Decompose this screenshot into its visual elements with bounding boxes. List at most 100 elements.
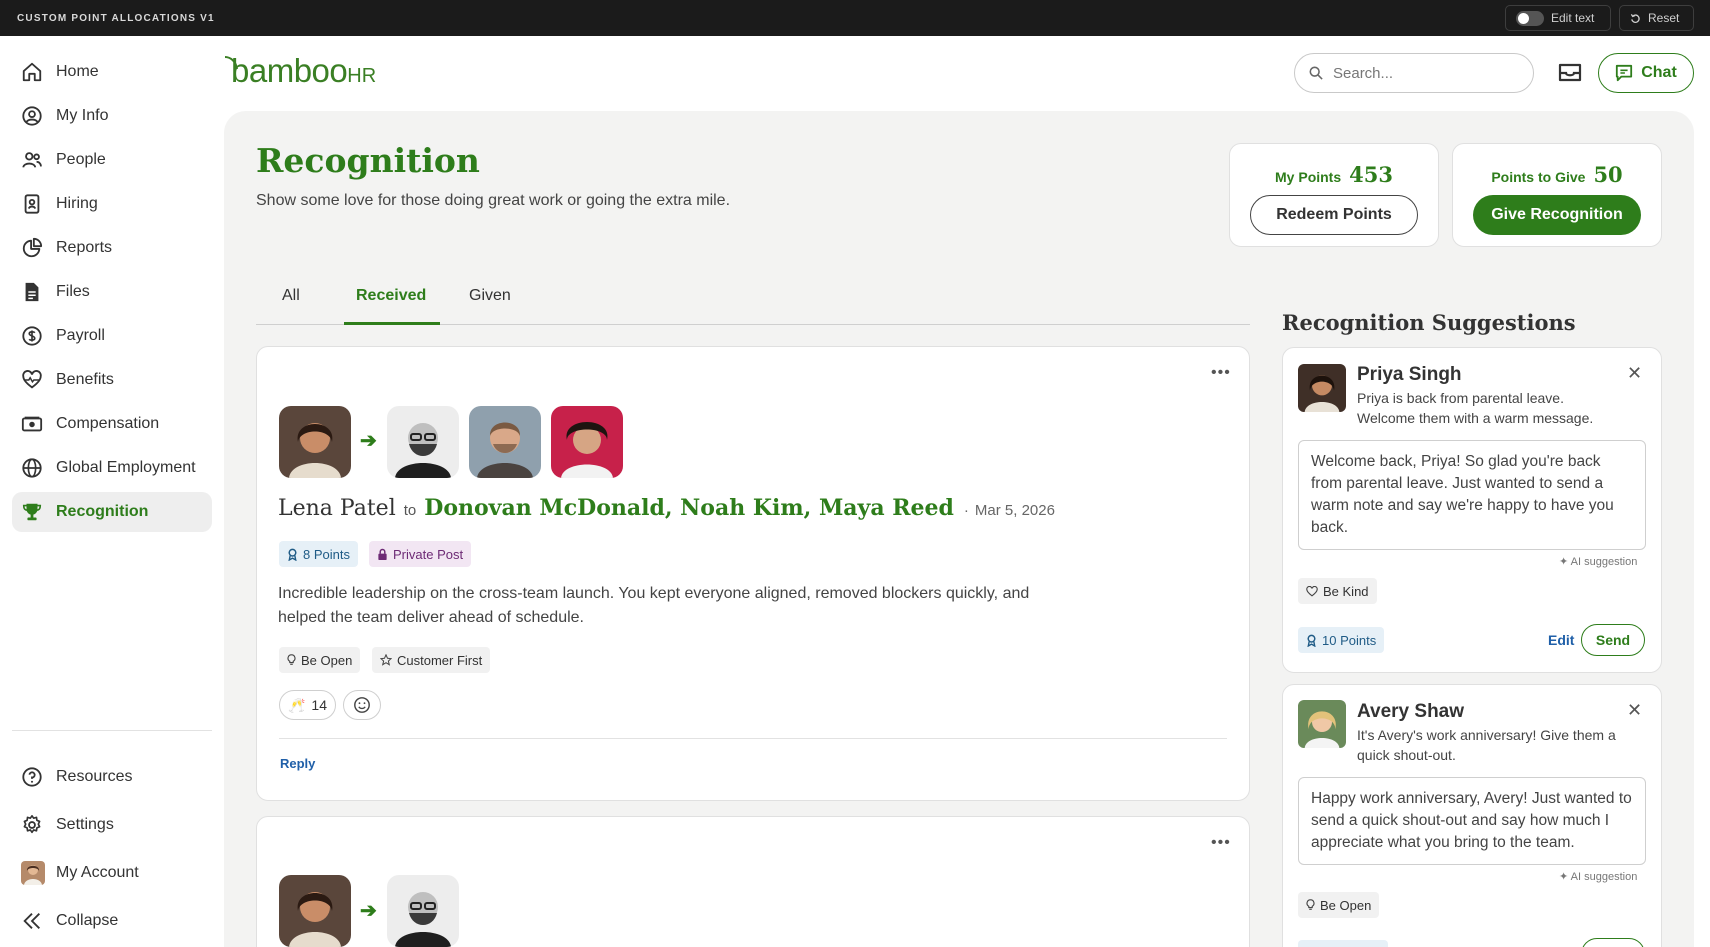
sidebar-item-global-employment[interactable]: Global Employment	[12, 448, 212, 488]
heart-icon	[1306, 585, 1318, 596]
my-points-card: My Points 453 Redeem Points	[1229, 143, 1439, 247]
add-reaction-button[interactable]	[343, 690, 381, 720]
give-recognition-button[interactable]: Give Recognition	[1473, 195, 1641, 235]
tab-given[interactable]: Given	[469, 287, 511, 305]
edit-text-label: Edit text	[1551, 11, 1595, 25]
suggestion-message-field[interactable]: Welcome back, Priya! So glad you're back…	[1298, 440, 1646, 550]
private-post-badge: Private Post	[369, 541, 472, 567]
ai-suggestion-label: ✦ AI suggestion	[1559, 870, 1637, 883]
to-label: to	[403, 502, 417, 519]
recipient-avatar	[387, 875, 459, 947]
private-post-label: Private Post	[393, 546, 464, 562]
collapse-icon	[23, 913, 40, 929]
more-options-icon[interactable]: •••	[1211, 364, 1231, 382]
send-button[interactable]	[1581, 938, 1645, 947]
inbox-button[interactable]	[1556, 58, 1584, 91]
arrow-right-icon: ➔	[360, 900, 377, 922]
sidebar-item-my-account[interactable]: My Account	[12, 853, 212, 893]
send-button[interactable]: Send	[1581, 624, 1645, 656]
sender-avatar	[279, 406, 351, 478]
inbox-icon	[1558, 63, 1582, 82]
help-circle-icon	[22, 767, 42, 787]
logo-hr: HR	[347, 65, 377, 87]
tab-received[interactable]: Received	[356, 287, 426, 305]
reset-icon	[1630, 13, 1640, 23]
home-icon	[22, 62, 42, 82]
value-tag-label: Be Open	[1320, 897, 1372, 913]
value-tag-customer-first: Customer First	[372, 647, 491, 673]
edit-text-toggle[interactable]: Edit text	[1505, 5, 1611, 31]
points-badge-label: 10 Points	[1322, 632, 1377, 648]
edit-link[interactable]: Edit	[1548, 632, 1574, 648]
points-to-give-value: 50	[1593, 162, 1623, 187]
smiley-icon	[354, 697, 370, 713]
toggle-switch[interactable]	[1516, 10, 1544, 26]
sparkle-icon: ✦	[1559, 556, 1569, 568]
sidebar-item-label: Reports	[56, 239, 113, 256]
suggestion-name[interactable]: Avery Shaw	[1357, 701, 1464, 723]
sparkle-icon: ✦	[1559, 871, 1569, 883]
tab-all[interactable]: All	[282, 287, 300, 305]
value-tag-label: Be Open	[301, 652, 353, 668]
ai-suggestion-text: AI suggestion	[1570, 871, 1638, 883]
my-points-value: 453	[1349, 162, 1393, 187]
search-field[interactable]: Search...	[1294, 53, 1534, 93]
sidebar-item-benefits[interactable]: Benefits	[12, 360, 212, 400]
recipient-names[interactable]: Donovan McDonald, Noah Kim, Maya Reed	[424, 495, 954, 521]
recipient-avatar	[469, 406, 541, 478]
lightbulb-icon	[1306, 899, 1315, 910]
sidebar-item-payroll[interactable]: Payroll	[12, 316, 212, 356]
sidebar-item-collapse[interactable]: Collapse	[12, 901, 212, 941]
sidebar-item-recognition[interactable]: Recognition	[12, 492, 212, 532]
sidebar-item-label: Global Employment	[56, 459, 196, 476]
people-icon	[22, 152, 42, 168]
points-to-give-label: Points to Give	[1491, 169, 1586, 185]
value-tag-be-kind[interactable]: Be Kind	[1298, 578, 1377, 604]
badge-icon	[24, 194, 40, 214]
sidebar-item-hiring[interactable]: Hiring	[12, 184, 212, 224]
points-badge: 8 Points	[279, 541, 358, 567]
suggestion-description: Priya is back from parental leave. Welco…	[1357, 390, 1594, 426]
points-badge[interactable]	[1298, 940, 1388, 947]
sidebar: Home My Info People Hiring Reports Files…	[0, 36, 224, 947]
sidebar-item-settings[interactable]: Settings	[12, 805, 212, 845]
value-tag-be-open: Be Open	[279, 647, 361, 673]
sidebar-item-reports[interactable]: Reports	[12, 228, 212, 268]
sidebar-item-people[interactable]: People	[12, 140, 212, 180]
sidebar-item-label: Hiring	[56, 195, 98, 212]
page-subtitle: Show some love for those doing great wor…	[256, 192, 731, 209]
sender-name[interactable]: Lena Patel	[278, 496, 396, 521]
suggestion-message-field[interactable]: Happy work anniversary, Avery! Just want…	[1298, 777, 1646, 865]
reply-link[interactable]: Reply	[280, 756, 315, 771]
globe-icon	[22, 458, 42, 478]
search-icon	[1309, 66, 1323, 80]
reaction-button[interactable]: 🥂 14	[279, 690, 336, 720]
sidebar-item-resources[interactable]: Resources	[12, 757, 212, 797]
suggestion-name[interactable]: Priya Singh	[1357, 364, 1462, 386]
sidebar-item-files[interactable]: Files	[12, 272, 212, 312]
bamboohr-logo[interactable]: bambooHR	[224, 52, 377, 90]
more-options-icon[interactable]: •••	[1211, 834, 1231, 852]
chat-button[interactable]: Chat	[1598, 53, 1694, 93]
chat-icon	[1616, 64, 1633, 82]
arrow-right-icon: ➔	[360, 430, 377, 452]
sidebar-item-home[interactable]: Home	[12, 52, 212, 92]
leaf-icon	[224, 56, 238, 70]
post-date: Mar 5, 2026	[974, 502, 1055, 519]
lightbulb-icon	[287, 654, 296, 665]
avatar	[21, 861, 45, 885]
close-icon[interactable]: ✕	[1627, 700, 1642, 721]
points-badge[interactable]: 10 Points	[1298, 627, 1385, 653]
value-tag-label: Customer First	[397, 652, 483, 668]
reset-button[interactable]: Reset	[1619, 5, 1694, 31]
sidebar-item-my-info[interactable]: My Info	[12, 96, 212, 136]
sidebar-item-label: Collapse	[56, 912, 119, 929]
post-date-separator: ·	[963, 502, 969, 519]
post-divider	[279, 738, 1227, 739]
value-tag-be-open[interactable]: Be Open	[1298, 892, 1380, 918]
sidebar-item-compensation[interactable]: Compensation	[12, 404, 212, 444]
star-icon	[380, 654, 392, 666]
redeem-points-button[interactable]: Redeem Points	[1250, 195, 1418, 235]
post-message: Incredible leadership on the cross-team …	[278, 585, 1030, 626]
close-icon[interactable]: ✕	[1627, 363, 1642, 384]
